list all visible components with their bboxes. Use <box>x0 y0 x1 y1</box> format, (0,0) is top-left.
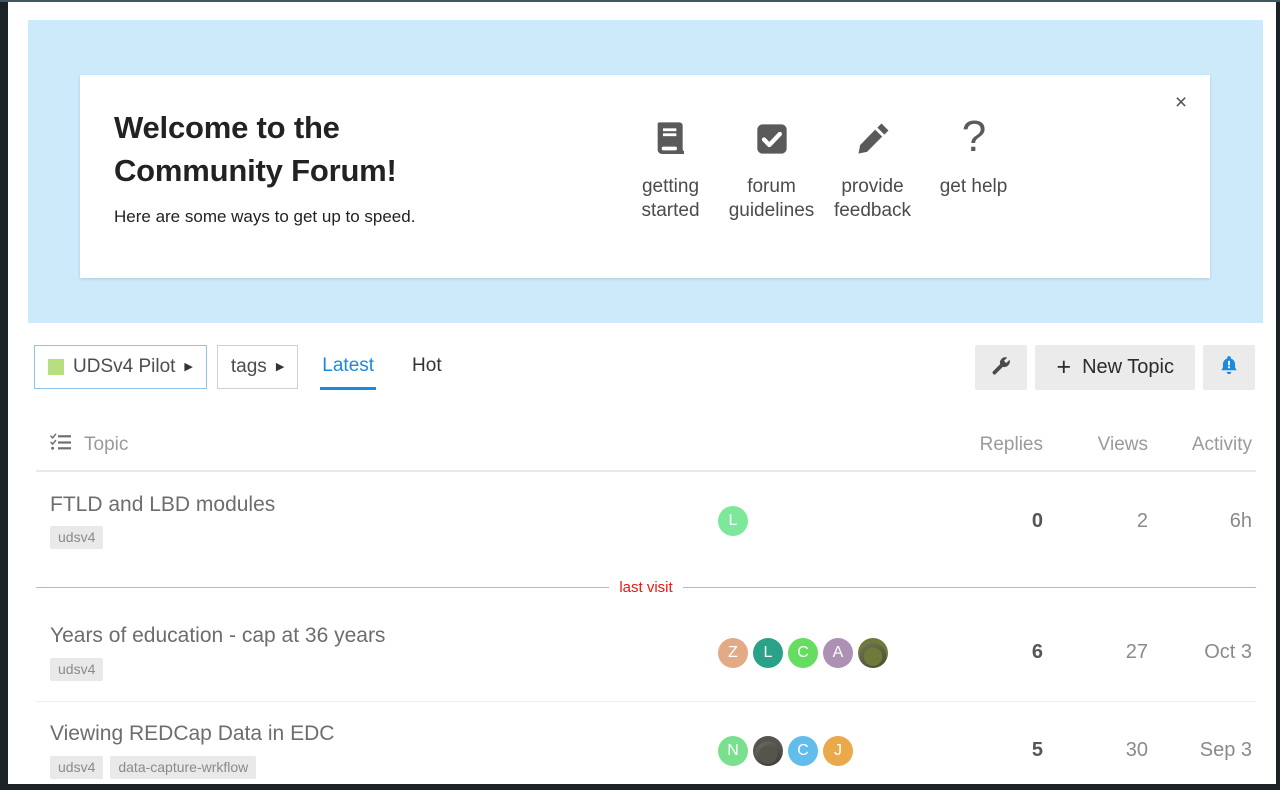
tag[interactable]: udsv4 <box>50 658 103 681</box>
tab-hot[interactable]: Hot <box>410 349 444 390</box>
views-count: 30 <box>1043 739 1148 762</box>
header-activity-label[interactable]: Activity <box>1148 434 1256 456</box>
table-row[interactable]: Viewing REDCap Data in EDC udsv4 data-ca… <box>36 702 1256 784</box>
welcome-banner: × Welcome to the Community Forum! Here a… <box>28 20 1263 323</box>
chevron-right-icon: ▶ <box>184 362 192 373</box>
views-count: 2 <box>1043 510 1148 533</box>
banner-link-label: get help <box>923 175 1024 199</box>
replies-count: 6 <box>943 641 1043 664</box>
tag[interactable]: data-capture-wrkflow <box>110 756 256 779</box>
topic-list-icon[interactable] <box>50 433 72 457</box>
plus-icon: + <box>1056 355 1071 380</box>
replies-count: 5 <box>943 739 1043 762</box>
bell-alert-icon <box>1218 354 1240 381</box>
tag-list: udsv4 <box>50 658 385 681</box>
topic-title-link[interactable]: Viewing REDCap Data in EDC <box>50 722 334 745</box>
welcome-card: × Welcome to the Community Forum! Here a… <box>80 75 1210 278</box>
participant-avatars: L <box>718 506 943 536</box>
divider-line-right <box>683 587 1256 588</box>
banner-link-label: provide feedback <box>822 175 923 224</box>
activity-time[interactable]: Oct 3 <box>1148 641 1256 664</box>
avatar-photo[interactable] <box>753 736 783 766</box>
pencil-icon <box>822 113 923 165</box>
avatar[interactable]: J <box>823 736 853 766</box>
tag[interactable]: udsv4 <box>50 526 103 549</box>
banner-link-getting-started[interactable]: getting started <box>620 113 721 224</box>
notifications-bell-button[interactable] <box>1203 345 1255 390</box>
welcome-links: getting started forum guidelines <box>620 75 1024 224</box>
last-visit-divider: last visit <box>36 570 1256 604</box>
table-row[interactable]: Years of education - cap at 36 years uds… <box>36 604 1256 702</box>
welcome-title: Welcome to the Community Forum! <box>114 107 620 193</box>
topic-list: Topic Replies Views Activity FTLD and LB… <box>36 420 1256 784</box>
welcome-text-block: Welcome to the Community Forum! Here are… <box>80 75 620 227</box>
participant-avatars: ZLCA <box>718 638 943 668</box>
avatar[interactable]: C <box>788 638 818 668</box>
avatar[interactable]: L <box>718 506 748 536</box>
checkbox-icon <box>721 113 822 165</box>
browser-window-frame: × Welcome to the Community Forum! Here a… <box>0 0 1280 790</box>
category-color-swatch <box>48 359 64 375</box>
replies-count: 0 <box>943 510 1043 533</box>
close-icon[interactable]: × <box>1166 87 1196 117</box>
tag-list: udsv4 data-capture-wrkflow <box>50 756 334 779</box>
chevron-right-icon: ▶ <box>276 362 284 373</box>
filter-controls: UDSv4 Pilot ▶ tags ▶ Latest Hot <box>34 345 456 389</box>
tags-dropdown[interactable]: tags ▶ <box>217 345 298 389</box>
participant-avatars: N CJ <box>718 736 943 766</box>
divider-line-left <box>36 587 609 588</box>
wrench-icon <box>990 355 1012 380</box>
new-topic-label: New Topic <box>1082 356 1174 379</box>
avatar[interactable]: C <box>788 736 818 766</box>
avatar[interactable]: A <box>823 638 853 668</box>
admin-wrench-button[interactable] <box>975 345 1027 390</box>
new-topic-button[interactable]: + New Topic <box>1035 345 1195 390</box>
tags-dropdown-label: tags <box>231 356 267 378</box>
banner-link-provide-feedback[interactable]: provide feedback <box>822 113 923 224</box>
topic-cell: FTLD and LBD modules udsv4 <box>36 493 718 549</box>
header-topic-cell: Topic <box>36 433 718 457</box>
category-dropdown-udsv4-pilot[interactable]: UDSv4 Pilot ▶ <box>34 345 207 389</box>
topic-cell: Years of education - cap at 36 years uds… <box>36 624 718 680</box>
topic-title-link[interactable]: Years of education - cap at 36 years <box>50 624 385 647</box>
topic-filter-bar: UDSv4 Pilot ▶ tags ▶ Latest Hot + New T <box>28 334 1263 400</box>
activity-time[interactable]: Sep 3 <box>1148 739 1256 762</box>
banner-link-label: getting started <box>620 175 721 224</box>
book-icon <box>620 113 721 165</box>
question-mark-icon: ? <box>923 113 1024 165</box>
banner-link-get-help[interactable]: ? get help <box>923 113 1024 199</box>
tag-list: udsv4 <box>50 526 275 549</box>
header-replies-label[interactable]: Replies <box>943 434 1043 456</box>
tab-latest[interactable]: Latest <box>320 349 376 390</box>
topic-cell: Viewing REDCap Data in EDC udsv4 data-ca… <box>36 722 718 778</box>
avatar[interactable]: L <box>753 638 783 668</box>
header-views-label[interactable]: Views <box>1043 434 1148 456</box>
header-topic-label[interactable]: Topic <box>84 434 128 456</box>
svg-text:?: ? <box>961 115 985 161</box>
category-dropdown-label: UDSv4 Pilot <box>73 356 175 378</box>
last-visit-label: last visit <box>609 579 682 596</box>
views-count: 27 <box>1043 641 1148 664</box>
topic-list-header: Topic Replies Views Activity <box>36 420 1256 472</box>
table-row[interactable]: FTLD and LBD modules udsv4 L 0 2 6h <box>36 472 1256 570</box>
page-viewport: × Welcome to the Community Forum! Here a… <box>8 2 1276 784</box>
avatar[interactable]: N <box>718 736 748 766</box>
avatar[interactable]: Z <box>718 638 748 668</box>
banner-link-label: forum guidelines <box>721 175 822 224</box>
topic-title-link[interactable]: FTLD and LBD modules <box>50 493 275 516</box>
avatar-photo[interactable] <box>858 638 888 668</box>
banner-link-forum-guidelines[interactable]: forum guidelines <box>721 113 822 224</box>
tag[interactable]: udsv4 <box>50 756 103 779</box>
activity-time[interactable]: 6h <box>1148 510 1256 533</box>
welcome-subtitle: Here are some ways to get up to speed. <box>114 207 620 227</box>
action-buttons: + New Topic <box>975 345 1255 390</box>
